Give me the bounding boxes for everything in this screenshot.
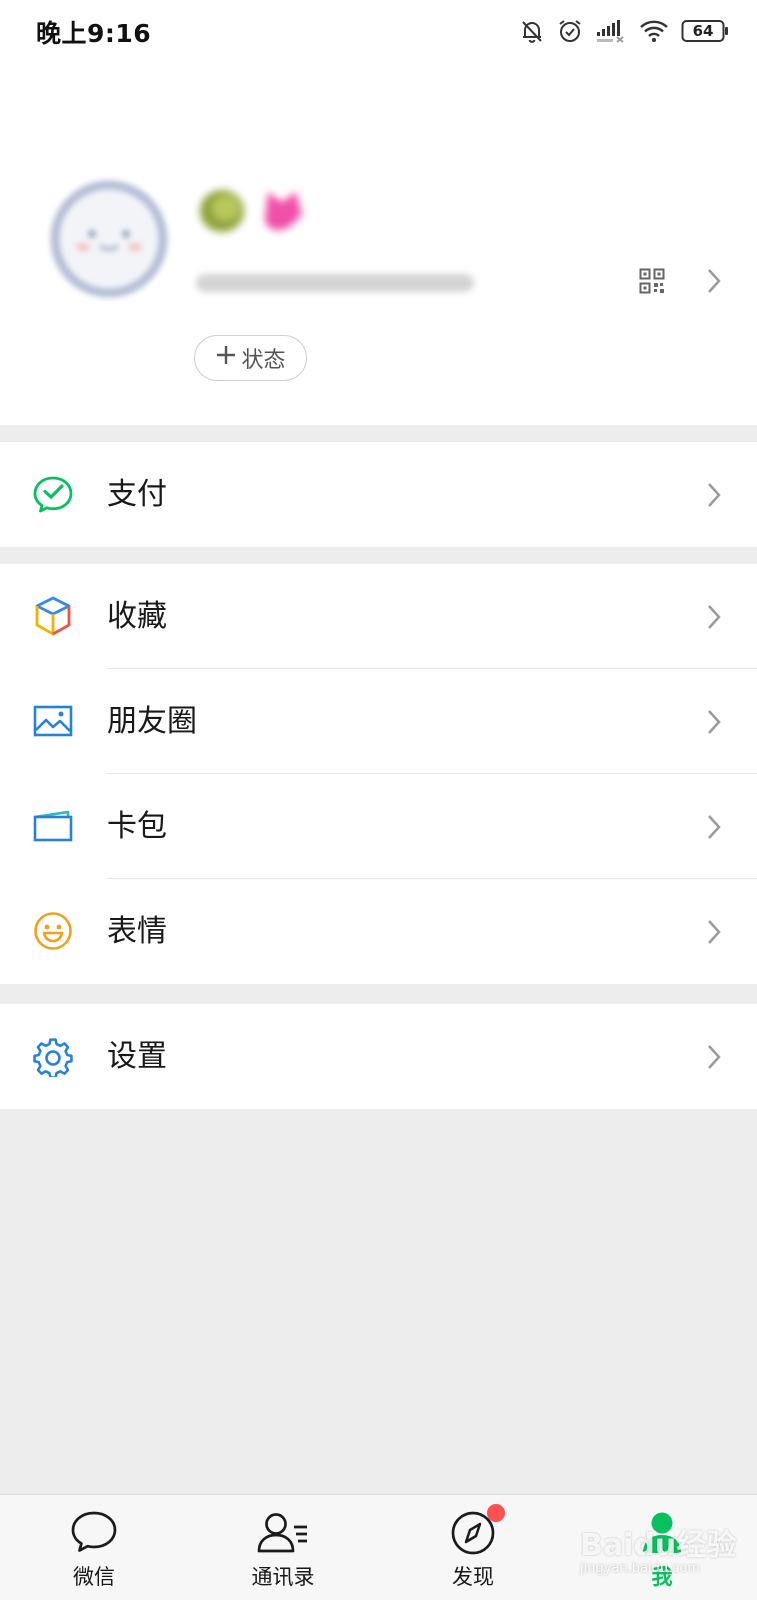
chevron-right-icon xyxy=(706,814,722,844)
discover-badge-dot xyxy=(487,1504,505,1522)
profile-header[interactable]: 状态 xyxy=(0,62,757,425)
menu-label-pay: 支付 xyxy=(107,477,167,512)
chevron-right-icon xyxy=(706,1044,722,1074)
me-screen: 晚上9:16 64 状态 支付 收藏 朋友圈 卡包 表情 设置 微信 通讯录 发… xyxy=(0,0,757,1600)
tab-discover[interactable]: 发现 xyxy=(398,1495,548,1600)
menu-label-stickers: 表情 xyxy=(107,914,167,949)
chevron-right-icon xyxy=(706,482,722,512)
menu-label-settings: 设置 xyxy=(107,1039,167,1074)
menu-label-card-wallet: 卡包 xyxy=(107,809,167,844)
chevron-right-icon xyxy=(706,604,722,634)
contacts-icon xyxy=(256,1509,310,1559)
favorites-cube-icon xyxy=(32,595,74,637)
card-wallet-icon xyxy=(32,805,74,847)
menu-label-favorites: 收藏 xyxy=(107,599,167,634)
avatar[interactable] xyxy=(50,180,168,298)
menu-row-pay[interactable]: 支付 xyxy=(0,442,757,547)
status-button-label: 状态 xyxy=(241,348,286,373)
menu-row-settings[interactable]: 设置 xyxy=(0,1004,757,1109)
wechat-id-blurred xyxy=(196,268,474,298)
status-bar: 晚上9:16 64 xyxy=(0,0,757,62)
menu-group-settings: 设置 xyxy=(0,1004,757,1109)
tab-label: 通讯录 xyxy=(251,1565,315,1589)
add-status-button[interactable]: 状态 xyxy=(194,335,307,381)
menu-row-card-wallet[interactable]: 卡包 xyxy=(0,774,757,879)
settings-gear-icon xyxy=(32,1035,74,1079)
plus-icon xyxy=(215,342,237,372)
signal-icon xyxy=(595,18,627,44)
menu-label-moments: 朋友圈 xyxy=(107,704,197,739)
watermark-brand: Baidu经验 xyxy=(580,1528,737,1563)
status-time: 晚上9:16 xyxy=(36,19,152,48)
moments-image-icon xyxy=(32,700,74,742)
menu-group-main: 收藏 朋友圈 卡包 表情 xyxy=(0,564,757,984)
menu-row-favorites[interactable]: 收藏 xyxy=(0,564,757,669)
battery-icon: 64 xyxy=(681,19,728,43)
alarm-icon xyxy=(557,18,583,44)
bell-muted-icon xyxy=(519,18,545,44)
qr-code-icon[interactable] xyxy=(639,268,665,298)
sticker-smile-icon xyxy=(32,910,74,952)
wechat-pay-icon xyxy=(32,473,74,515)
status-icons: 64 xyxy=(519,14,728,48)
chevron-right-icon xyxy=(706,919,722,949)
chevron-right-icon xyxy=(706,709,722,739)
tab-contacts[interactable]: 通讯录 xyxy=(208,1495,358,1600)
tab-label: 微信 xyxy=(73,1565,115,1589)
nickname-blurred xyxy=(196,184,321,236)
menu-row-moments[interactable]: 朋友圈 xyxy=(0,669,757,774)
menu-row-stickers[interactable]: 表情 xyxy=(0,879,757,984)
chat-bubble-icon xyxy=(70,1509,118,1559)
tab-label: 发现 xyxy=(452,1565,494,1589)
menu-group-pay: 支付 xyxy=(0,442,757,547)
chevron-right-icon[interactable] xyxy=(706,268,722,298)
watermark-url: jingyan.baidu.com xyxy=(580,1561,700,1576)
tab-chats[interactable]: 微信 xyxy=(19,1495,169,1600)
wifi-icon xyxy=(639,19,669,43)
battery-level: 64 xyxy=(692,22,714,40)
